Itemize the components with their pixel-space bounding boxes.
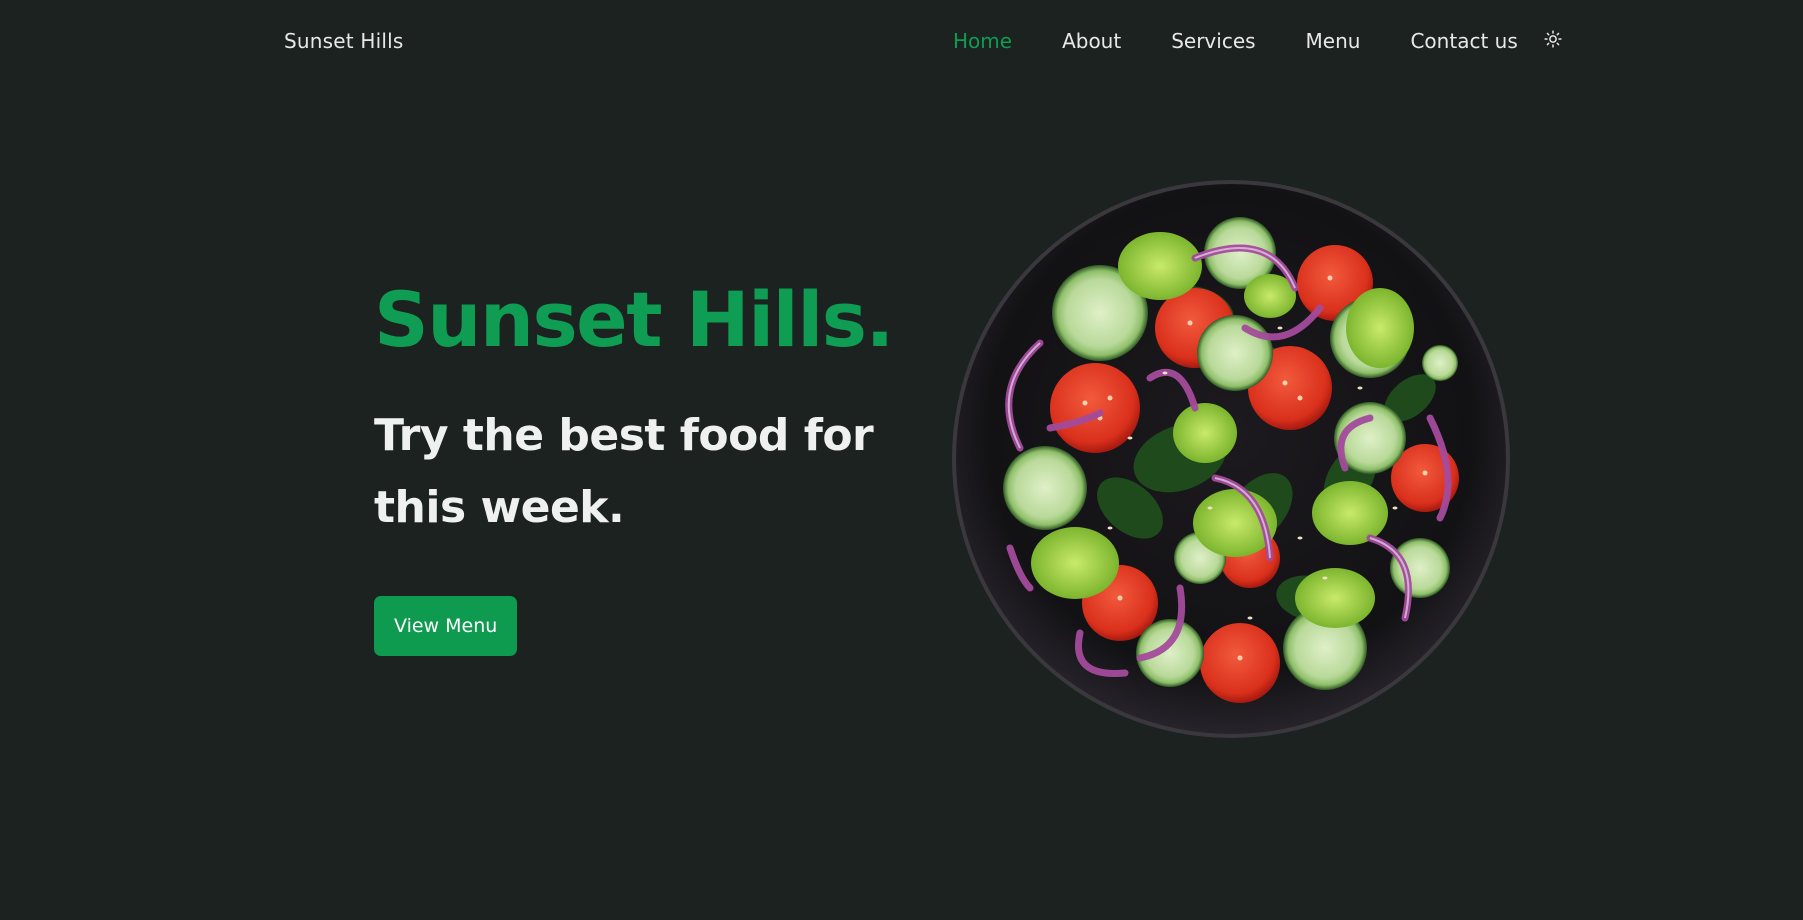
hero-subtitle: Try the best food for this week. [374,410,874,533]
nav-link-contact[interactable]: Contact us [1410,29,1517,53]
nav-link-about[interactable]: About [1062,29,1121,53]
sun-icon[interactable] [1542,28,1564,50]
hero-title: Sunset Hills. [374,275,894,364]
nav-link-menu[interactable]: Menu [1306,29,1361,53]
nav-link-services[interactable]: Services [1171,29,1255,53]
main-nav: Home About Services Menu Contact us [953,29,1564,53]
view-menu-button[interactable]: View Menu [374,596,518,656]
salad-bowl-image [950,178,1512,740]
hero-section: Sunset Hills. Try the best food for this… [374,282,914,656]
nav-link-home[interactable]: Home [953,29,1012,53]
site-header: Sunset Hills Home About Services Menu Co… [0,0,1803,84]
page: Sunset Hills Home About Services Menu Co… [0,0,1803,920]
brand-logo-link[interactable]: Sunset Hills [284,29,404,53]
